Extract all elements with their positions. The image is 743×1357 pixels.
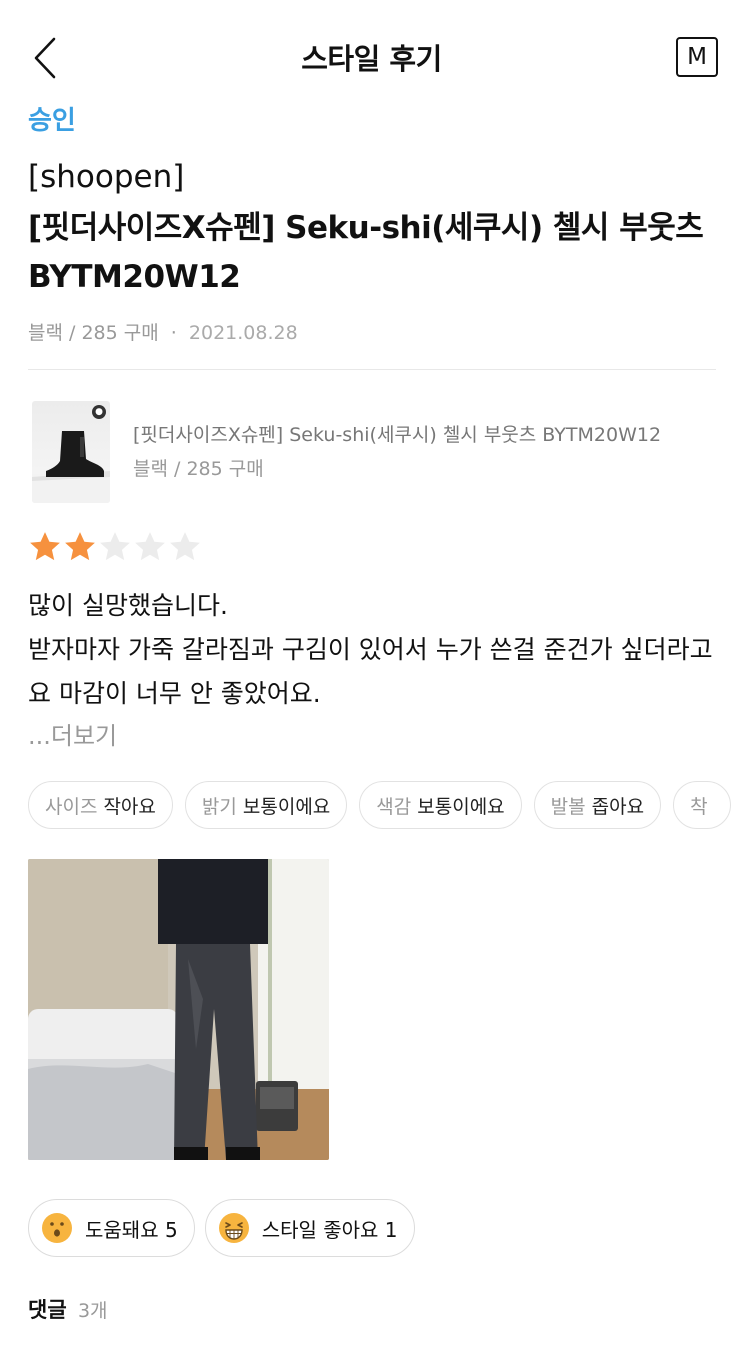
option-size: 285 xyxy=(81,322,118,344)
review-line-2: 받자마자 가죽 갈라짐과 구김이 있어서 누가 쓴걸 준건가 싶더라고요 마감이… xyxy=(28,635,713,708)
purchase-label: 구매 xyxy=(123,322,159,344)
card-product-name[interactable]: [핏더사이즈X슈펜] Seku-shi(세쿠시) 첼시 부웃츠 BYTM20W1… xyxy=(133,420,661,447)
comments-count: 3개 xyxy=(77,1300,108,1322)
tag-color: 색감 보통이에요 xyxy=(359,781,522,829)
product-thumbnail[interactable]: ● xyxy=(32,401,110,503)
tag-size: 사이즈 작아요 xyxy=(28,781,173,829)
tag-value: 좁아요 xyxy=(591,795,645,818)
thumbnail-badge-icon: ● xyxy=(92,405,106,419)
star-empty-icon xyxy=(170,532,200,561)
star-filled-icon xyxy=(65,532,95,561)
helpful-button[interactable]: 도움돼요 5 xyxy=(28,1199,195,1257)
comments-label: 댓글 xyxy=(28,1298,67,1322)
header: 스타일 후기 M xyxy=(0,0,743,112)
review-body: 많이 실망했습니다. 받자마자 가죽 갈라짐과 구김이 있어서 누가 쓴걸 준건… xyxy=(28,584,718,716)
read-more-link[interactable]: ...더보기 xyxy=(28,716,117,751)
tag-value: 보통이에요 xyxy=(242,795,331,818)
style-like-button[interactable]: 스타일 좋아요 1 xyxy=(204,1199,415,1257)
tag-key: 발볼 xyxy=(550,795,586,818)
review-tags: 사이즈 작아요 밝기 보통이에요 색감 보통이에요 발볼 좁아요 착 xyxy=(28,781,731,829)
reaction-buttons: 도움돼요 5 스타일 좋아요 1 xyxy=(28,1199,415,1257)
tag-width: 발볼 좁아요 xyxy=(533,781,662,829)
card-option: 블랙 / 285 구매 xyxy=(133,458,264,480)
star-empty-icon xyxy=(135,532,165,561)
grinning-face-icon xyxy=(218,1213,249,1243)
tag-brightness: 밝기 보통이에요 xyxy=(184,781,348,829)
review-line-1: 많이 실망했습니다. xyxy=(28,591,228,620)
tag-value: 작아요 xyxy=(103,795,156,818)
tag-fit: 착 xyxy=(673,781,731,829)
purchase-meta: 블랙 / 285 구매 · 2021.08.28 xyxy=(28,322,298,344)
style-like-label: 스타일 좋아요 1 xyxy=(261,1217,398,1242)
review-photo-image xyxy=(28,859,329,1160)
comments-header: 댓글 3개 xyxy=(28,1294,108,1324)
m-menu-button[interactable]: M xyxy=(676,37,718,77)
option-color: 블랙 xyxy=(28,322,63,344)
star-rating xyxy=(28,530,202,564)
style-review-page: 스타일 후기 M 승인 [shoopen] [핏더사이즈X슈펜] Seku-sh… xyxy=(0,0,743,1357)
tag-key: 색감 xyxy=(376,795,412,818)
product-title: [핏더사이즈X슈펜] Seku-shi(세쿠시) 첼시 부웃츠 BYTM20W1… xyxy=(28,210,704,295)
tag-key: 밝기 xyxy=(201,795,237,818)
review-photo[interactable] xyxy=(28,859,329,1160)
tag-key: 사이즈 xyxy=(45,795,98,818)
divider xyxy=(28,369,716,370)
helpful-label: 도움돼요 5 xyxy=(85,1217,178,1242)
tag-value: 보통이에요 xyxy=(417,795,505,818)
surprised-face-icon xyxy=(42,1213,72,1243)
star-empty-icon xyxy=(100,532,130,561)
page-title: 스타일 후기 xyxy=(301,42,442,76)
brand-name: [shoopen] xyxy=(28,159,185,195)
status-badge: 승인 xyxy=(28,106,76,136)
tag-key: 착 xyxy=(690,795,708,818)
star-filled-icon xyxy=(30,532,60,561)
review-date: 2021.08.28 xyxy=(188,322,298,344)
